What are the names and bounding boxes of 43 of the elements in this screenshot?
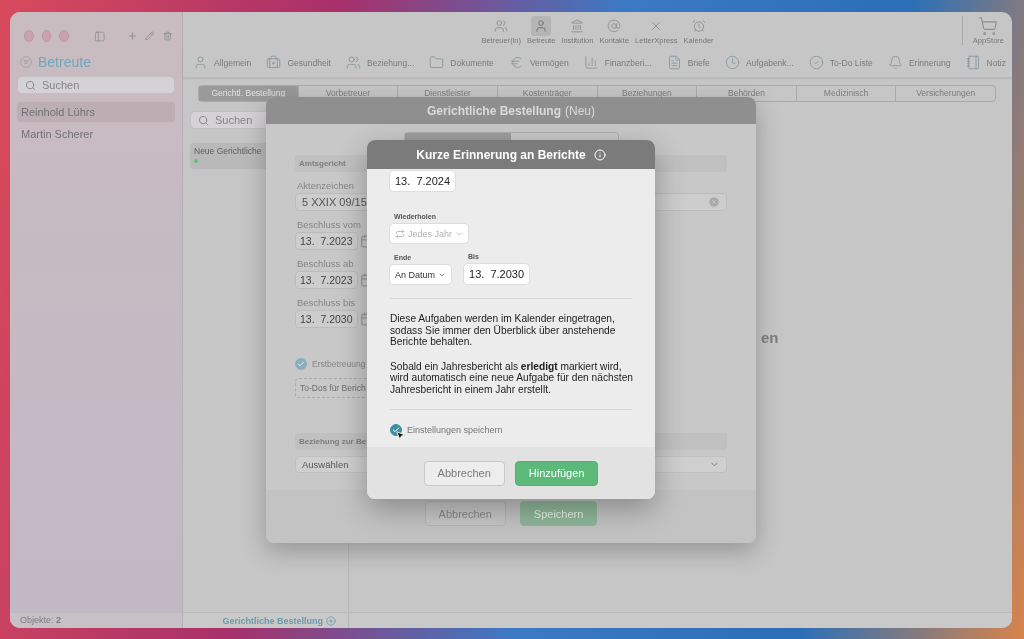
section-button[interactable]: Finanzberi...: [583, 55, 652, 70]
tab[interactable]: Versicherungen: [896, 86, 995, 101]
section-button[interactable]: To-Do Liste: [808, 55, 873, 70]
date-field[interactable]: 13. 7.2024: [390, 171, 456, 191]
section-button[interactable]: Aufgabenk...: [724, 55, 794, 70]
field-label: Aktenzeichen: [297, 180, 355, 191]
date-field[interactable]: 13. 7.2023: [295, 271, 358, 289]
section-button[interactable]: Allgemein: [193, 55, 252, 70]
section-button[interactable]: Vermögen: [508, 55, 569, 70]
date-field[interactable]: 13. 7.2023: [295, 232, 358, 250]
info-paragraph: Diese Aufgaben werden im Kalender eingetragen, sodass Sie immer den Überblick über anstehende Berichte behalten.: [390, 313, 617, 348]
save-button[interactable]: Speichern: [519, 501, 598, 526]
field-label: Beschluss bis: [297, 297, 356, 308]
tab[interactable]: Gerichtl. Bestellung: [199, 86, 299, 101]
date-field[interactable]: 13. 7.2030: [464, 264, 530, 284]
cancel-button[interactable]: Abbrechen: [424, 501, 506, 526]
cancel-button[interactable]: Abbrechen: [423, 460, 505, 486]
end-select[interactable]: An Datum: [390, 265, 452, 284]
checkbox-label: Einstellungen speichern: [407, 425, 503, 435]
field-label: Beschluss vom: [297, 219, 361, 230]
section-button[interactable]: Notiz: [965, 55, 1006, 70]
sidebar-title: Betreute: [38, 54, 91, 70]
dialog-title: Gerichtliche Bestellung (Neu): [266, 97, 756, 124]
add-order-link[interactable]: Gerichtliche Bestellung: [222, 615, 323, 626]
search-field[interactable]: Suchen: [17, 76, 175, 94]
tab[interactable]: Medizinisch: [796, 86, 897, 101]
list-item-title: Neue Gerichtliche: [194, 146, 262, 156]
add-button[interactable]: Hinzufügen: [514, 460, 599, 486]
field-label: Beschluss ab: [297, 258, 354, 269]
section-button[interactable]: Briefe: [666, 55, 710, 70]
placeholder-text: en: [761, 328, 779, 346]
object-count: Objekte: 2: [10, 612, 182, 628]
section-button[interactable]: Erinnerung: [887, 55, 951, 70]
sidebar-item[interactable]: Martin Scherer: [17, 124, 175, 144]
section-title: Beziehung zur Be: [299, 437, 367, 446]
section-button[interactable]: Gesundheit: [266, 55, 331, 70]
date-field[interactable]: 13. 7.2030: [295, 310, 358, 328]
checkbox-label: Erstbetreuung: [312, 359, 366, 369]
dialog-title: Kurze Erinnerung an Berichte: [416, 147, 586, 162]
section-button[interactable]: Dokumente: [429, 55, 494, 70]
info-paragraph: Sobald ein Jahresbericht als erledigt markiert wird, wird automatisch eine neue Aufgabe für den nächsten Jahresbericht in einem Jahr erstellt.: [390, 360, 634, 395]
section-button[interactable]: Beziehung...: [346, 55, 415, 70]
sidebar-item[interactable]: Reinhold Lührs: [17, 102, 175, 122]
